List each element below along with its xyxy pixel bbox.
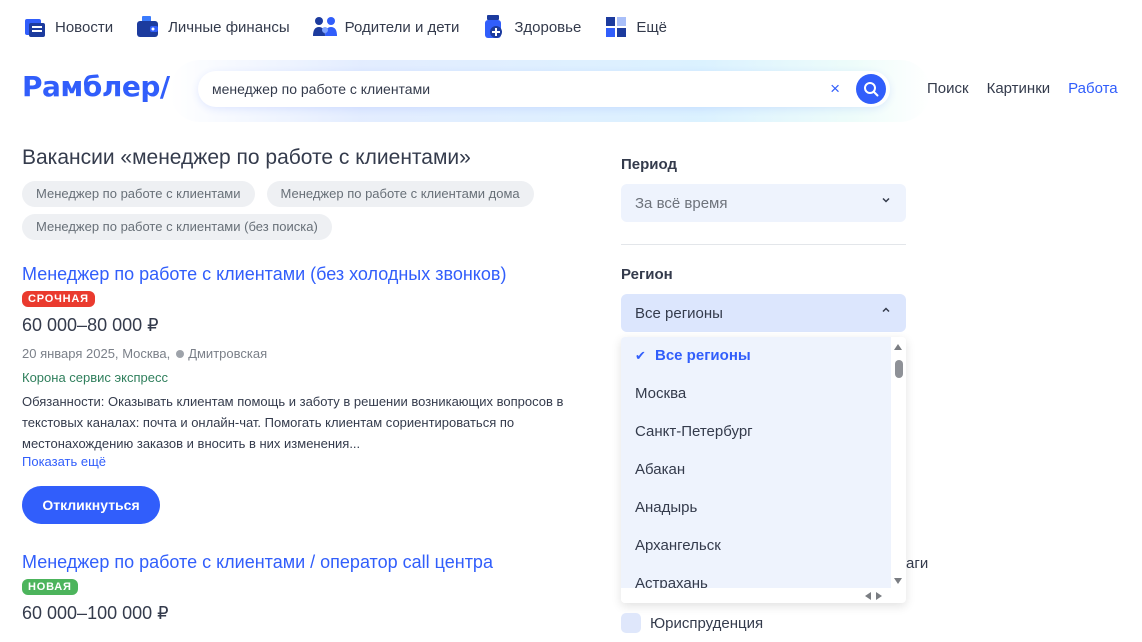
region-options-list: ✔ Все регионы Москва Санкт-Петербург Аба… — [621, 337, 891, 588]
region-option[interactable]: Астрахань — [621, 565, 891, 588]
region-option-label: Анадырь — [635, 499, 698, 516]
search-input[interactable] — [212, 81, 812, 97]
new-badge: НОВАЯ — [22, 579, 78, 595]
topnav-label: Личные финансы — [168, 18, 290, 36]
show-more-link[interactable]: Показать ещё — [22, 454, 582, 469]
scroll-left-arrow-icon[interactable] — [865, 592, 871, 600]
region-select-value: Все регионы — [635, 304, 723, 322]
filter-option-partial: аги — [906, 555, 929, 572]
checkbox-label: Юриспруденция — [650, 614, 764, 632]
region-option[interactable]: ✔ Все регионы — [621, 337, 891, 375]
checkbox[interactable] — [621, 613, 641, 633]
topnav-label: Новости — [55, 18, 114, 36]
vacancy-date: 20 января 2025, — [22, 346, 119, 361]
topnav-label: Родители и дети — [344, 18, 460, 36]
family-icon — [312, 14, 338, 40]
vacancy-card: Менеджер по работе с клиентами / операто… — [22, 552, 582, 624]
header-link-jobs[interactable]: Работа — [1068, 80, 1118, 97]
search-button[interactable] — [856, 74, 886, 104]
region-option[interactable]: Анадырь — [621, 489, 891, 527]
vacancy-company[interactable]: Корона сервис экспресс — [22, 370, 582, 385]
more-grid-icon — [603, 14, 629, 40]
region-option-label: Все регионы — [655, 347, 751, 364]
horizontal-scrollbar[interactable] — [621, 588, 891, 603]
chevron-down-icon — [882, 197, 890, 203]
related-queries: Менеджер по работе с клиентами Менеджер … — [22, 181, 592, 247]
region-option-label: Абакан — [635, 461, 686, 478]
region-option-label: Архангельск — [635, 537, 721, 554]
region-option-label: Санкт-Петербург — [635, 423, 753, 440]
related-query-chip[interactable]: Менеджер по работе с клиентами — [22, 181, 255, 207]
scroll-right-arrow-icon[interactable] — [876, 592, 882, 600]
vacancy-title[interactable]: Менеджер по работе с клиентами / операто… — [22, 552, 582, 573]
topnav-item-news[interactable]: Новости — [22, 14, 113, 40]
clear-search-button[interactable]: × — [830, 79, 840, 99]
checkmark-icon: ✔ — [635, 348, 646, 363]
vacancy-salary: 60 000–80 000 ₽ — [22, 315, 159, 335]
region-option-label: Москва — [635, 385, 687, 402]
vertical-scrollbar[interactable] — [891, 337, 906, 588]
topnav-item-family[interactable]: Родители и дети — [312, 14, 460, 40]
topnav-item-finance[interactable]: Личные финансы — [135, 14, 290, 40]
period-select[interactable]: За всё время — [621, 184, 906, 222]
page-title: Вакансии «менеджер по работе с клиентами… — [22, 146, 471, 169]
topnav-label: Здоровье — [514, 18, 582, 36]
scroll-up-arrow-icon[interactable] — [894, 344, 902, 350]
region-option[interactable]: Архангельск — [621, 527, 891, 565]
region-option[interactable]: Москва — [621, 375, 891, 413]
filter-divider — [621, 244, 906, 245]
vacancy-card: Менеджер по работе с клиентами (без холо… — [22, 264, 582, 524]
related-query-chip[interactable]: Менеджер по работе с клиентами дома — [266, 181, 534, 207]
vacancy-title[interactable]: Менеджер по работе с клиентами (без холо… — [22, 264, 582, 285]
vacancy-meta: 20 января 2025, Москва, Дмитровская — [22, 346, 582, 361]
header-link-images[interactable]: Картинки — [987, 80, 1051, 97]
search-bar: × — [198, 71, 890, 107]
scroll-down-arrow-icon[interactable] — [894, 578, 902, 584]
category-checkbox-row[interactable]: Юриспруденция — [621, 613, 763, 633]
urgent-badge: СРОЧНАЯ — [22, 291, 95, 307]
top-nav: Новости Личные финансы Родители и дети З… — [22, 12, 689, 42]
respond-button[interactable]: Откликнуться — [22, 486, 160, 524]
scrollbar-thumb[interactable] — [895, 360, 903, 378]
related-query-chip[interactable]: Менеджер по работе с клиентами (без поис… — [22, 214, 332, 240]
region-filter-label: Регион — [621, 266, 673, 283]
vacancy-description: Обязанности: Оказывать клиентам помощь и… — [22, 394, 564, 451]
search-icon — [864, 82, 879, 97]
header-links: Поиск Картинки Работа — [927, 80, 1136, 97]
vacancy-city: Москва, — [122, 346, 171, 361]
region-dropdown: ✔ Все регионы Москва Санкт-Петербург Аба… — [621, 337, 906, 603]
region-option-label: Астрахань — [635, 575, 708, 588]
region-option[interactable]: Санкт-Петербург — [621, 413, 891, 451]
vacancy-salary: 60 000–100 000 ₽ — [22, 603, 169, 623]
topnav-label: Ещё — [636, 18, 668, 36]
chevron-up-icon — [882, 307, 890, 313]
period-filter-label: Период — [621, 156, 677, 173]
region-option[interactable]: Абакан — [621, 451, 891, 489]
region-select[interactable]: Все регионы — [621, 294, 906, 332]
vacancy-metro: Дмитровская — [188, 346, 268, 361]
topnav-item-more[interactable]: Ещё — [603, 14, 667, 40]
header-link-search[interactable]: Поиск — [927, 80, 969, 97]
health-icon — [481, 14, 507, 40]
metro-icon — [176, 349, 185, 358]
rambler-logo[interactable]: Рамблер/ — [22, 70, 170, 103]
period-select-value: За всё время — [635, 194, 728, 212]
news-icon — [22, 14, 48, 40]
topnav-item-health[interactable]: Здоровье — [481, 14, 581, 40]
wallet-icon — [135, 14, 161, 40]
